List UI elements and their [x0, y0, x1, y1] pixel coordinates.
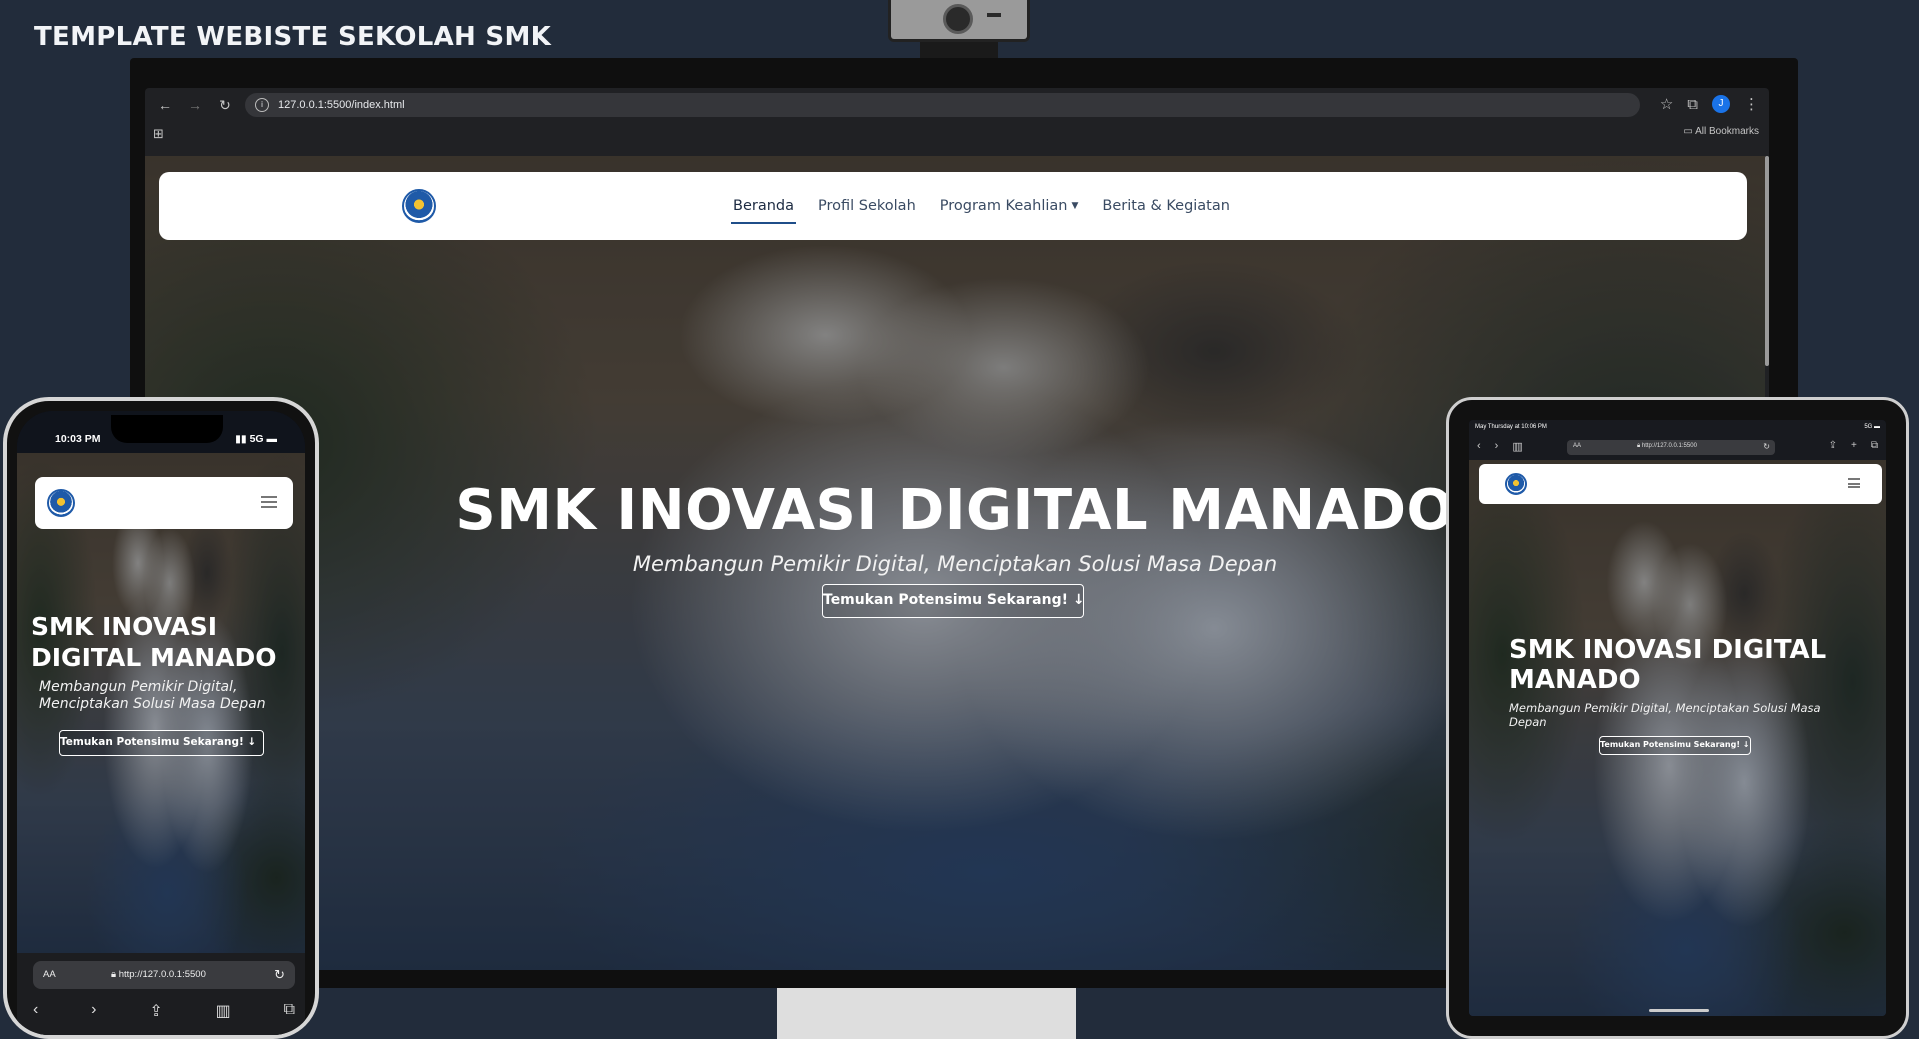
tablet-url-text: http://127.0.0.1:5500: [1641, 443, 1697, 449]
phone-back-icon[interactable]: ‹: [33, 1001, 38, 1021]
webcam-lens-icon: [943, 4, 973, 34]
nav-program-keahlian[interactable]: Program Keahlian ▼: [938, 192, 1081, 220]
tablet-viewport: SMK INOVASI DIGITAL MANADO Membangun Pem…: [1469, 460, 1886, 1016]
tablet-cta-button[interactable]: Temukan Potensimu Sekarang! ↓: [1599, 736, 1751, 755]
extensions-icon[interactable]: ⧉: [1687, 96, 1698, 113]
caret-down-icon: ▼: [1071, 201, 1079, 211]
page-heading: TEMPLATE WEBISTE SEKOLAH SMK: [34, 22, 552, 52]
back-icon[interactable]: ←: [155, 95, 175, 115]
bookmark-star-icon[interactable]: ☆: [1660, 95, 1673, 113]
tablet-url: 🔒︎ http://127.0.0.1:5500: [1637, 443, 1697, 450]
tablet-hero-subtitle: Membangun Pemikir Digital, Menciptakan S…: [1509, 701, 1821, 729]
tablet-home-indicator: [1649, 1009, 1709, 1012]
phone-cta-button[interactable]: Temukan Potensimu Sekarang! ↓: [59, 730, 264, 756]
webcam: [888, 0, 1030, 42]
tablet-hero-title: SMK INOVASI DIGITAL MANADO: [1509, 635, 1827, 695]
tablet-school-logo-icon[interactable]: [1505, 473, 1527, 495]
tablet-nav-right: ⇪ + ⧉: [1829, 440, 1878, 451]
tablet-text-size[interactable]: AA: [1573, 443, 1581, 449]
profile-avatar[interactable]: J: [1712, 95, 1730, 113]
phone-signal: ▮▮ 5G ▬: [235, 433, 277, 445]
tablet-navbar: [1479, 464, 1882, 504]
tablet-reload-icon[interactable]: ↻: [1763, 442, 1770, 451]
all-bookmarks[interactable]: ▭ All Bookmarks: [1683, 126, 1759, 137]
tablet-bookmarks-icon[interactable]: ▥: [1512, 440, 1522, 453]
tablet-status-bar: May Thursday at 10:06 PM 5G ▬: [1469, 420, 1886, 436]
phone-url-text: http://127.0.0.1:5500: [118, 969, 206, 980]
phone-status-bar: 10:03 PM ▮▮ 5G ▬: [17, 411, 305, 453]
tablet-new-tab-icon[interactable]: +: [1851, 440, 1857, 451]
phone-reload-icon[interactable]: ↻: [274, 967, 285, 983]
phone-screen: 10:03 PM ▮▮ 5G ▬ SMK INOVASI DIGITAL MAN…: [17, 411, 305, 1035]
tablet-share-icon[interactable]: ⇪: [1829, 440, 1837, 451]
tablet-back-icon[interactable]: ‹: [1477, 440, 1481, 453]
tablet-hamburger-icon[interactable]: [1848, 478, 1860, 488]
phone-url: 🔒︎ http://127.0.0.1:5500: [111, 969, 206, 980]
tablet-signal: 5G ▬: [1864, 424, 1880, 430]
nav-links: Beranda Profil Sekolah Program Keahlian ▼…: [731, 172, 1232, 240]
monitor-stand: [777, 988, 1076, 1039]
bookmarks-bar: ⊞ ▭ All Bookmarks: [145, 122, 1769, 144]
phone-time: 10:03 PM: [55, 433, 101, 445]
scrollbar[interactable]: [1765, 156, 1769, 366]
phone-device: 10:03 PM ▮▮ 5G ▬ SMK INOVASI DIGITAL MAN…: [3, 397, 319, 1039]
site-navbar: Beranda Profil Sekolah Program Keahlian ▼…: [159, 172, 1747, 240]
forward-icon[interactable]: →: [185, 95, 205, 115]
phone-hamburger-icon[interactable]: [261, 496, 277, 508]
signal-bars-icon: ▮▮: [235, 433, 250, 445]
phone-forward-icon[interactable]: ›: [91, 1001, 96, 1021]
phone-text-size[interactable]: AA: [43, 969, 56, 980]
all-bookmarks-label: All Bookmarks: [1695, 126, 1759, 137]
phone-navbar: [35, 477, 293, 529]
phone-hero-subtitle: Membangun Pemikir Digital, Menciptakan S…: [39, 679, 266, 712]
nav-program-keahlian-label: Program Keahlian: [939, 198, 1068, 214]
browser-toolbar: ← → ↻ i 127.0.0.1:5500/index.html ☆ ⧉ J …: [145, 88, 1769, 122]
tablet-battery-icon: ▬: [1872, 424, 1880, 430]
address-bar[interactable]: i 127.0.0.1:5500/index.html: [245, 93, 1640, 117]
folder-icon: ▭: [1683, 126, 1696, 137]
battery-icon: ▬: [263, 433, 277, 445]
address-url: 127.0.0.1:5500/index.html: [278, 99, 405, 111]
nav-beranda[interactable]: Beranda: [731, 192, 796, 224]
phone-address-bar[interactable]: AA 🔒︎ http://127.0.0.1:5500 ↻: [33, 961, 295, 989]
phone-safari-bar: AA 🔒︎ http://127.0.0.1:5500 ↻ ‹ › ⇪ ▥ ⧉: [17, 953, 305, 1035]
tablet-safari-toolbar: ‹ › ▥ AA 🔒︎ http://127.0.0.1:5500 ↻ ⇪ + …: [1469, 436, 1886, 460]
site-info-icon[interactable]: i: [255, 98, 269, 112]
nav-berita-kegiatan[interactable]: Berita & Kegiatan: [1100, 192, 1232, 220]
reload-icon[interactable]: ↻: [215, 95, 235, 115]
nav-profil-sekolah[interactable]: Profil Sekolah: [816, 192, 918, 220]
cta-button[interactable]: Temukan Potensimu Sekarang! ↓: [822, 584, 1085, 618]
lock-icon: 🔒︎: [111, 969, 119, 980]
phone-toolbar-icons: ‹ › ⇪ ▥ ⧉: [33, 1001, 295, 1021]
tablet-forward-icon[interactable]: ›: [1495, 440, 1499, 453]
tablet-nav-left: ‹ › ▥: [1477, 440, 1523, 453]
tablet-datetime: May Thursday at 10:06 PM: [1475, 424, 1547, 430]
phone-hero-title: SMK INOVASI DIGITAL MANADO: [31, 612, 277, 672]
phone-school-logo-icon[interactable]: [47, 489, 75, 517]
phone-share-icon[interactable]: ⇪: [149, 1001, 162, 1021]
tablet-screen: May Thursday at 10:06 PM 5G ▬ ‹ › ▥ AA 🔒…: [1469, 420, 1886, 1016]
phone-notch: [111, 415, 223, 443]
menu-kebab-icon[interactable]: ⋮: [1744, 95, 1759, 113]
tablet-tabs-icon[interactable]: ⧉: [1871, 440, 1878, 451]
phone-signal-label: 5G: [249, 433, 264, 445]
school-logo-icon[interactable]: [402, 189, 436, 223]
phone-tabs-icon[interactable]: ⧉: [284, 1001, 295, 1021]
phone-viewport: SMK INOVASI DIGITAL MANADO Membangun Pem…: [17, 453, 305, 953]
phone-bookmarks-icon[interactable]: ▥: [216, 1001, 231, 1021]
webcam-indicator: [987, 13, 1001, 17]
tablet-address-bar[interactable]: AA 🔒︎ http://127.0.0.1:5500 ↻: [1567, 440, 1775, 455]
toolbar-right: ☆ ⧉ J ⋮: [1660, 95, 1759, 113]
tablet-device: May Thursday at 10:06 PM 5G ▬ ‹ › ▥ AA 🔒…: [1446, 397, 1909, 1039]
apps-grid-icon[interactable]: ⊞: [153, 126, 164, 142]
